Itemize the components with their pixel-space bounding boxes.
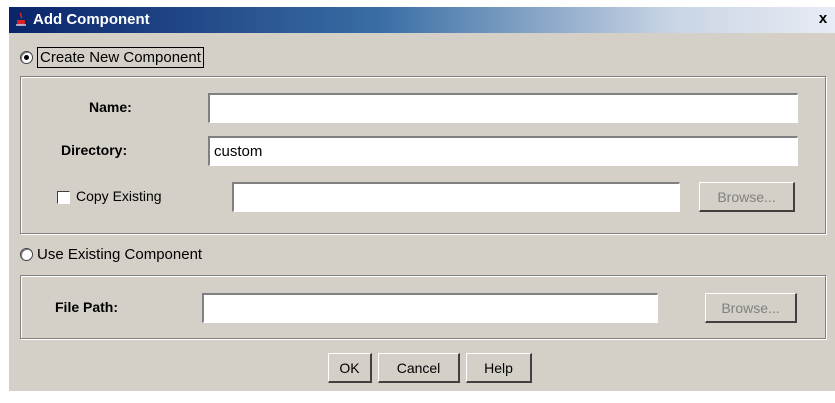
file-path-browse-button[interactable]: Browse... [705, 293, 797, 323]
file-path-label: File Path: [55, 299, 119, 315]
use-existing-radio[interactable] [20, 248, 33, 261]
add-component-dialog: Add Component x Create New Component Nam… [8, 6, 835, 391]
help-button[interactable]: Help [466, 353, 532, 383]
use-existing-radio-row[interactable]: Use Existing Component [20, 246, 202, 263]
directory-input[interactable] [208, 136, 798, 166]
ok-button[interactable]: OK [328, 353, 372, 383]
copy-browse-button[interactable]: Browse... [699, 182, 795, 212]
name-label: Name: [89, 99, 132, 115]
window-title: Add Component [33, 11, 150, 28]
use-existing-label: Use Existing Component [37, 246, 203, 263]
directory-label: Directory: [61, 142, 128, 158]
file-path-input[interactable] [202, 293, 658, 323]
copy-existing-input[interactable] [232, 182, 680, 212]
create-new-radio-row[interactable]: Create New Component [20, 47, 204, 68]
title-bar[interactable]: Add Component x [9, 7, 835, 33]
close-button[interactable]: x [815, 10, 831, 28]
cancel-button[interactable]: Cancel [378, 353, 460, 383]
use-existing-group: File Path: Browse... [20, 275, 826, 339]
create-new-radio[interactable] [20, 51, 33, 64]
create-new-label: Create New Component [37, 47, 204, 68]
java-cup-icon [16, 12, 26, 26]
copy-existing-checkbox[interactable] [57, 191, 70, 204]
create-new-group: Name: Directory: Copy Existing Browse... [20, 76, 826, 234]
copy-existing-label: Copy Existing [76, 188, 162, 204]
name-input[interactable] [208, 93, 798, 123]
